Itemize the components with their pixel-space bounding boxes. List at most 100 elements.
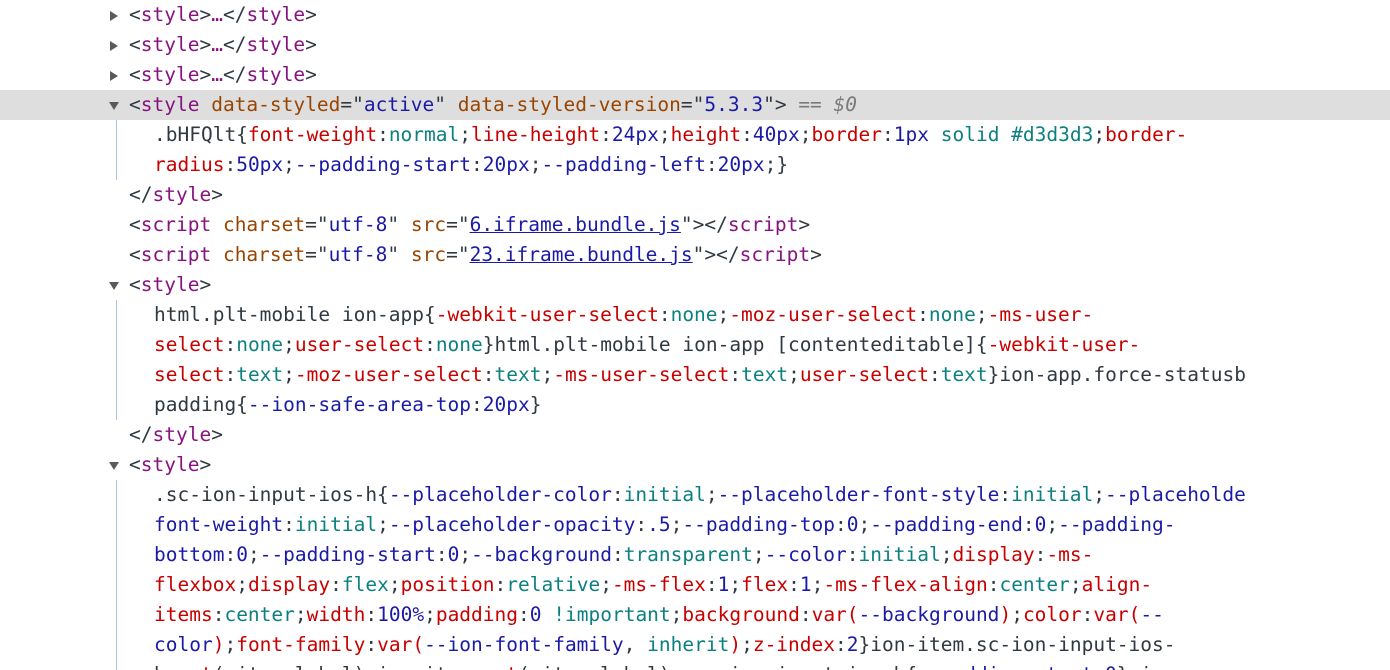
devtools-elements-tree[interactable]: <style>…</style> <style>…</style> <style>……: [0, 0, 1390, 670]
code-token: padding: [435, 603, 519, 626]
dom-node-style-collapsed-3[interactable]: <style>…</style>: [0, 60, 1390, 90]
code-token: none: [236, 333, 284, 356]
script-src-link[interactable]: 6.iframe.bundle.js: [470, 213, 681, 236]
code-token: :: [705, 573, 718, 596]
code-token: flexbox: [154, 573, 237, 596]
code-token: 50px: [236, 153, 284, 176]
dom-node-style-sc-ion-input-ios[interactable]: <style> .sc-ion-input-ios-h{--placeholder…: [0, 450, 1390, 670]
code-token: style: [246, 3, 306, 26]
dom-node-tag-style-ionic-mobile[interactable]: <style>: [0, 270, 1390, 300]
code-token: none: [928, 303, 976, 326]
code-token: display: [247, 573, 331, 596]
dom-node-tag-style-collapsed-3[interactable]: <style>…</style>: [0, 60, 1390, 90]
code-token: select: [154, 333, 225, 356]
code-token: ;: [752, 543, 765, 566]
code-token: >: [692, 213, 705, 236]
code-token: border-: [1105, 123, 1188, 146]
code-token: (.item-label),ion-item:: [213, 663, 483, 670]
code-token: <: [129, 3, 141, 26]
code-token: initial: [858, 543, 941, 566]
code-token: :: [600, 123, 612, 146]
code-token: --padding-end: [870, 513, 1023, 536]
code-token: :: [482, 363, 495, 386]
code-token: <: [129, 273, 141, 296]
dom-node-script-6-iframe-bundle[interactable]: <script charset="utf-8" src="6.iframe.bu…: [0, 210, 1390, 240]
code-token: ": [763, 93, 775, 116]
code-token: display: [952, 543, 1035, 566]
dom-node-tag-style-sc-ion-input-ios[interactable]: <style>: [0, 450, 1390, 480]
code-token: flex: [341, 573, 389, 596]
chevron-right-icon[interactable]: [110, 11, 118, 21]
code-token: >: [305, 33, 317, 56]
code-token: ;: [377, 513, 389, 536]
code-token: :: [224, 543, 237, 566]
code-token: :: [470, 393, 483, 416]
code-token: ;: [541, 363, 554, 386]
dom-node-tag-style-collapsed-1[interactable]: <style>…</style>: [0, 0, 1390, 30]
code-token: bottom: [154, 543, 225, 566]
code-token: :: [518, 603, 530, 626]
script-src-link[interactable]: 23.iframe.bundle.js: [470, 243, 693, 266]
code-token: </: [222, 33, 247, 56]
code-token: style: [140, 93, 200, 116]
code-token: .ion-: [1129, 663, 1188, 670]
code-token: >: [798, 213, 811, 236]
code-token: relative: [506, 573, 601, 596]
code-token: >: [199, 273, 212, 296]
code-token: --padding-: [1058, 513, 1176, 536]
dom-node-tag-script-23-iframe-bundle[interactable]: <script charset="utf-8" src="23.iframe.b…: [0, 240, 1390, 270]
code-token: ): [999, 603, 1012, 626]
dom-node-script-23-iframe-bundle[interactable]: <script charset="utf-8" src="23.iframe.b…: [0, 240, 1390, 270]
dom-node-children-style-sc-ion-input-ios: .sc-ion-input-ios-h{--placeholder-color:…: [0, 480, 1390, 670]
code-token: --padding-top: [682, 513, 835, 536]
code-token: }: [529, 393, 542, 416]
dom-node-style-collapsed-2[interactable]: <style>…</style>: [0, 30, 1390, 60]
code-token: utf-8: [328, 243, 388, 266]
code-token: $0: [833, 93, 858, 116]
code-token: background: [682, 603, 800, 626]
dom-node-tag-style-styled-components[interactable]: <style data-styled="active" data-styled-…: [0, 90, 1390, 120]
dom-node-close-tag-style-styled-components: </style>: [0, 180, 1390, 210]
code-token: :: [283, 513, 295, 536]
code-token: :: [799, 603, 812, 626]
chevron-down-icon[interactable]: [109, 102, 119, 110]
code-token: style: [140, 33, 200, 56]
code-token: center: [224, 603, 295, 626]
dom-node-style-ionic-mobile[interactable]: <style> html.plt-mobile ion-app{-webkit-u…: [0, 270, 1390, 450]
dom-node-tag-script-6-iframe-bundle[interactable]: <script charset="utf-8" src="6.iframe.bu…: [0, 210, 1390, 240]
code-token: ;: [705, 483, 718, 506]
code-token: items: [154, 603, 213, 626]
dom-node-style-collapsed-1[interactable]: <style>…</style>: [0, 0, 1390, 30]
code-token: h:: [154, 663, 177, 670]
code-token: style: [140, 63, 200, 86]
code-token: transparent: [623, 543, 753, 566]
css-text-line: .sc-ion-input-ios-h{--placeholder-color:…: [0, 480, 1390, 510]
dom-node-style-styled-components[interactable]: <style data-styled="active" data-styled-…: [0, 90, 1390, 210]
code-token: width: [306, 603, 366, 626]
chevron-right-icon[interactable]: [110, 71, 118, 81]
code-token: ;: [388, 573, 401, 596]
chevron-down-icon[interactable]: [109, 282, 119, 290]
dom-node-tag-style-collapsed-2[interactable]: <style>…</style>: [0, 30, 1390, 60]
chevron-right-icon[interactable]: [110, 41, 118, 51]
code-token: text: [940, 363, 988, 386]
code-token: height: [670, 123, 742, 146]
code-token: :: [212, 603, 225, 626]
code-token: script: [739, 243, 811, 266]
code-token: color: [154, 633, 213, 656]
chevron-down-icon[interactable]: [109, 462, 119, 470]
code-token: text: [494, 363, 542, 386]
code-token: data-styled-version: [457, 93, 681, 116]
code-token: ": [457, 213, 470, 236]
code-token: =: [446, 243, 458, 266]
css-text-line: .bHFQlt{font-weight:normal;line-height:2…: [0, 120, 1390, 150]
code-token: :: [224, 363, 237, 386]
code-token: 20px: [482, 393, 530, 416]
css-text-line: flexbox;display:flex;position:relative;-…: [0, 570, 1390, 600]
code-token: charset: [222, 213, 306, 236]
